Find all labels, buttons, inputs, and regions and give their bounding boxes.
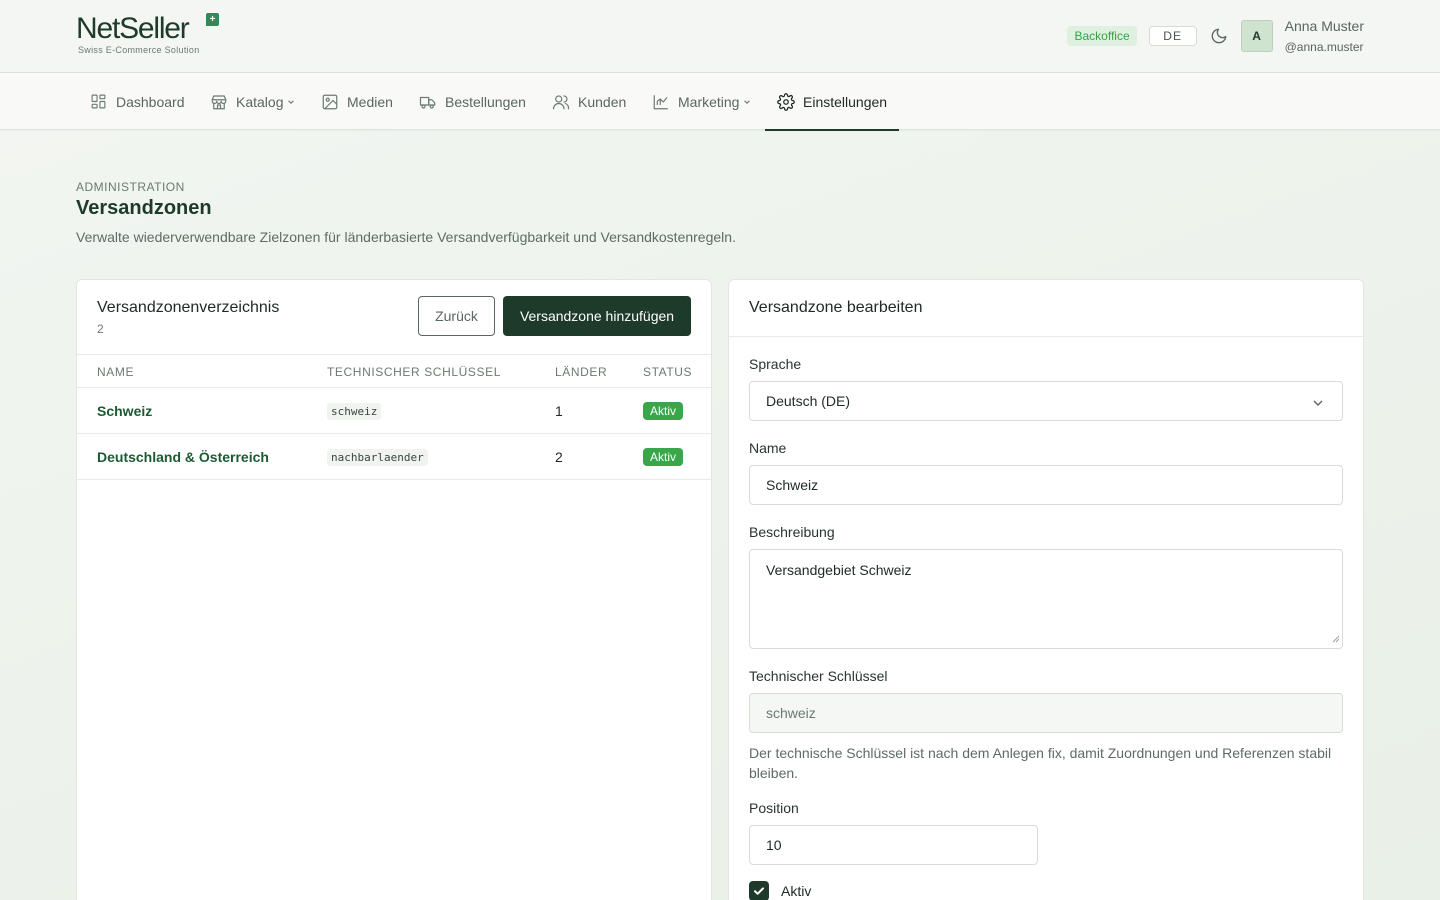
technical-key-input: schweiz [749,693,1343,733]
active-checkbox[interactable] [749,881,769,900]
directory-count: 2 [97,322,104,336]
nav-label-kunden: Kunden [578,93,627,110]
zone-country-count: 1 [555,403,563,419]
nav-item-kunden[interactable]: Kunden [552,73,626,130]
nav-label-bestellungen: Bestellungen [445,93,526,110]
nav-item-katalog[interactable]: Katalog [210,73,295,130]
resize-handle-icon[interactable] [1332,630,1340,646]
netseller-logo[interactable]: NetSeller + Swiss E-Commerce Solution [76,12,226,58]
zone-key-cell: schweiz [327,388,382,434]
add-shipping-zone-button[interactable]: Versandzone hinzufügen [503,296,691,336]
language-select-value: Deutsch (DE) [766,393,851,409]
name-input-value: Schweiz [766,477,819,493]
nav-label-marketing: Marketing [678,93,740,110]
table-row[interactable]: Schweiz schweiz 1 Aktiv [77,388,711,434]
nav-label-einstellungen: Einstellungen [803,93,888,110]
header-actions: Backoffice DE A Anna Muster @anna.muster [1067,18,1364,54]
status-badge: Aktiv [643,402,684,420]
technical-key-value: schweiz [766,705,816,721]
user-handle: @anna.muster [1284,39,1364,54]
page-eyebrow: ADMINISTRATION [76,180,185,194]
users-icon [552,93,570,111]
main-navigation: Dashboard Katalog Medien Bestellungen Ku… [0,73,1440,131]
nav-item-medien[interactable]: Medien [321,73,393,130]
nav-item-einstellungen[interactable]: Einstellungen [764,73,900,131]
dark-mode-toggle[interactable] [1209,26,1229,46]
active-checkbox-label[interactable]: Aktiv [781,883,811,899]
column-header-name[interactable]: NAME [97,365,134,379]
position-input[interactable]: 10 [749,825,1038,865]
column-header-key[interactable]: TECHNISCHER SCHLÜSSEL [327,365,501,379]
status-badge: Aktiv [643,448,684,466]
language-switcher[interactable]: DE [1148,26,1197,46]
column-header-status[interactable]: STATUS [643,365,692,379]
nav-label-katalog: Katalog [236,93,284,110]
zone-key: nachbarlaender [327,448,428,466]
name-input[interactable]: Schweiz [749,465,1343,505]
shipping-zone-editor: Versandzone bearbeiten Sprache Deutsch (… [728,279,1364,900]
nav-item-marketing[interactable]: Marketing [652,73,751,130]
logo-tagline: Swiss E-Commerce Solution [78,45,200,55]
page-description: Verwalte wiederverwendbare Zielzonen für… [76,229,736,245]
table-row[interactable]: Deutschland & Österreich nachbarlaender … [77,434,711,480]
language-label: Sprache [749,356,802,372]
logo-wordmark: NetSeller [76,12,190,45]
gear-icon [777,92,795,111]
back-button[interactable]: Zurück [418,296,495,336]
description-textarea-value: Versandgebiet Schweiz [766,562,912,578]
nav-label-medien: Medien [347,93,393,110]
zone-name[interactable]: Deutschland & Österreich [97,434,269,480]
zone-status-cell: Aktiv [643,388,684,434]
chevron-down-icon [1312,396,1324,412]
zone-status-cell: Aktiv [643,434,684,480]
zone-country-count: 2 [555,449,563,465]
column-header-countries[interactable]: LÄNDER [555,365,607,379]
chevron-down-icon [743,98,751,106]
chevron-down-icon [287,98,295,106]
store-icon [210,93,228,111]
chart-icon [652,93,670,111]
avatar[interactable]: A [1240,20,1273,52]
editor-title: Versandzone bearbeiten [749,299,923,316]
name-label: Name [749,440,787,456]
check-icon [754,887,764,895]
table-header: NAME TECHNISCHER SCHLÜSSEL LÄNDER STATUS [77,354,711,388]
description-label: Beschreibung [749,524,835,540]
image-icon [321,93,339,111]
dashboard-icon [90,93,108,111]
environment-badge: Backoffice [1067,26,1137,46]
directory-title: Versandzonenverzeichnis [97,299,280,316]
zone-key-cell: nachbarlaender [327,434,428,480]
zone-key: schweiz [327,402,382,420]
nav-label-dashboard: Dashboard [116,93,185,110]
page-title: Versandzonen [76,197,212,219]
moon-icon [1211,28,1227,44]
position-label: Position [749,800,799,816]
top-header: NetSeller + Swiss E-Commerce Solution Ba… [0,0,1440,73]
technical-key-help: Der technische Schlüssel ist nach dem An… [749,745,1332,781]
technical-key-label: Technischer Schlüssel [749,668,888,684]
zone-name[interactable]: Schweiz [97,388,152,434]
nav-item-bestellungen[interactable]: Bestellungen [419,73,526,130]
truck-icon [419,93,437,111]
nav-item-dashboard[interactable]: Dashboard [90,73,185,130]
user-name: Anna Muster [1284,17,1364,34]
editor-header: Versandzone bearbeiten [729,280,1363,337]
position-input-value: 10 [766,837,782,853]
description-textarea[interactable]: Versandgebiet Schweiz [749,549,1343,649]
user-info[interactable]: Anna Muster @anna.muster [1285,17,1364,56]
language-select[interactable]: Deutsch (DE) [749,381,1343,421]
logo-plus-badge: + [206,13,219,26]
shipping-zone-directory: Versandzonenverzeichnis 2 Zurück Versand… [76,279,712,900]
